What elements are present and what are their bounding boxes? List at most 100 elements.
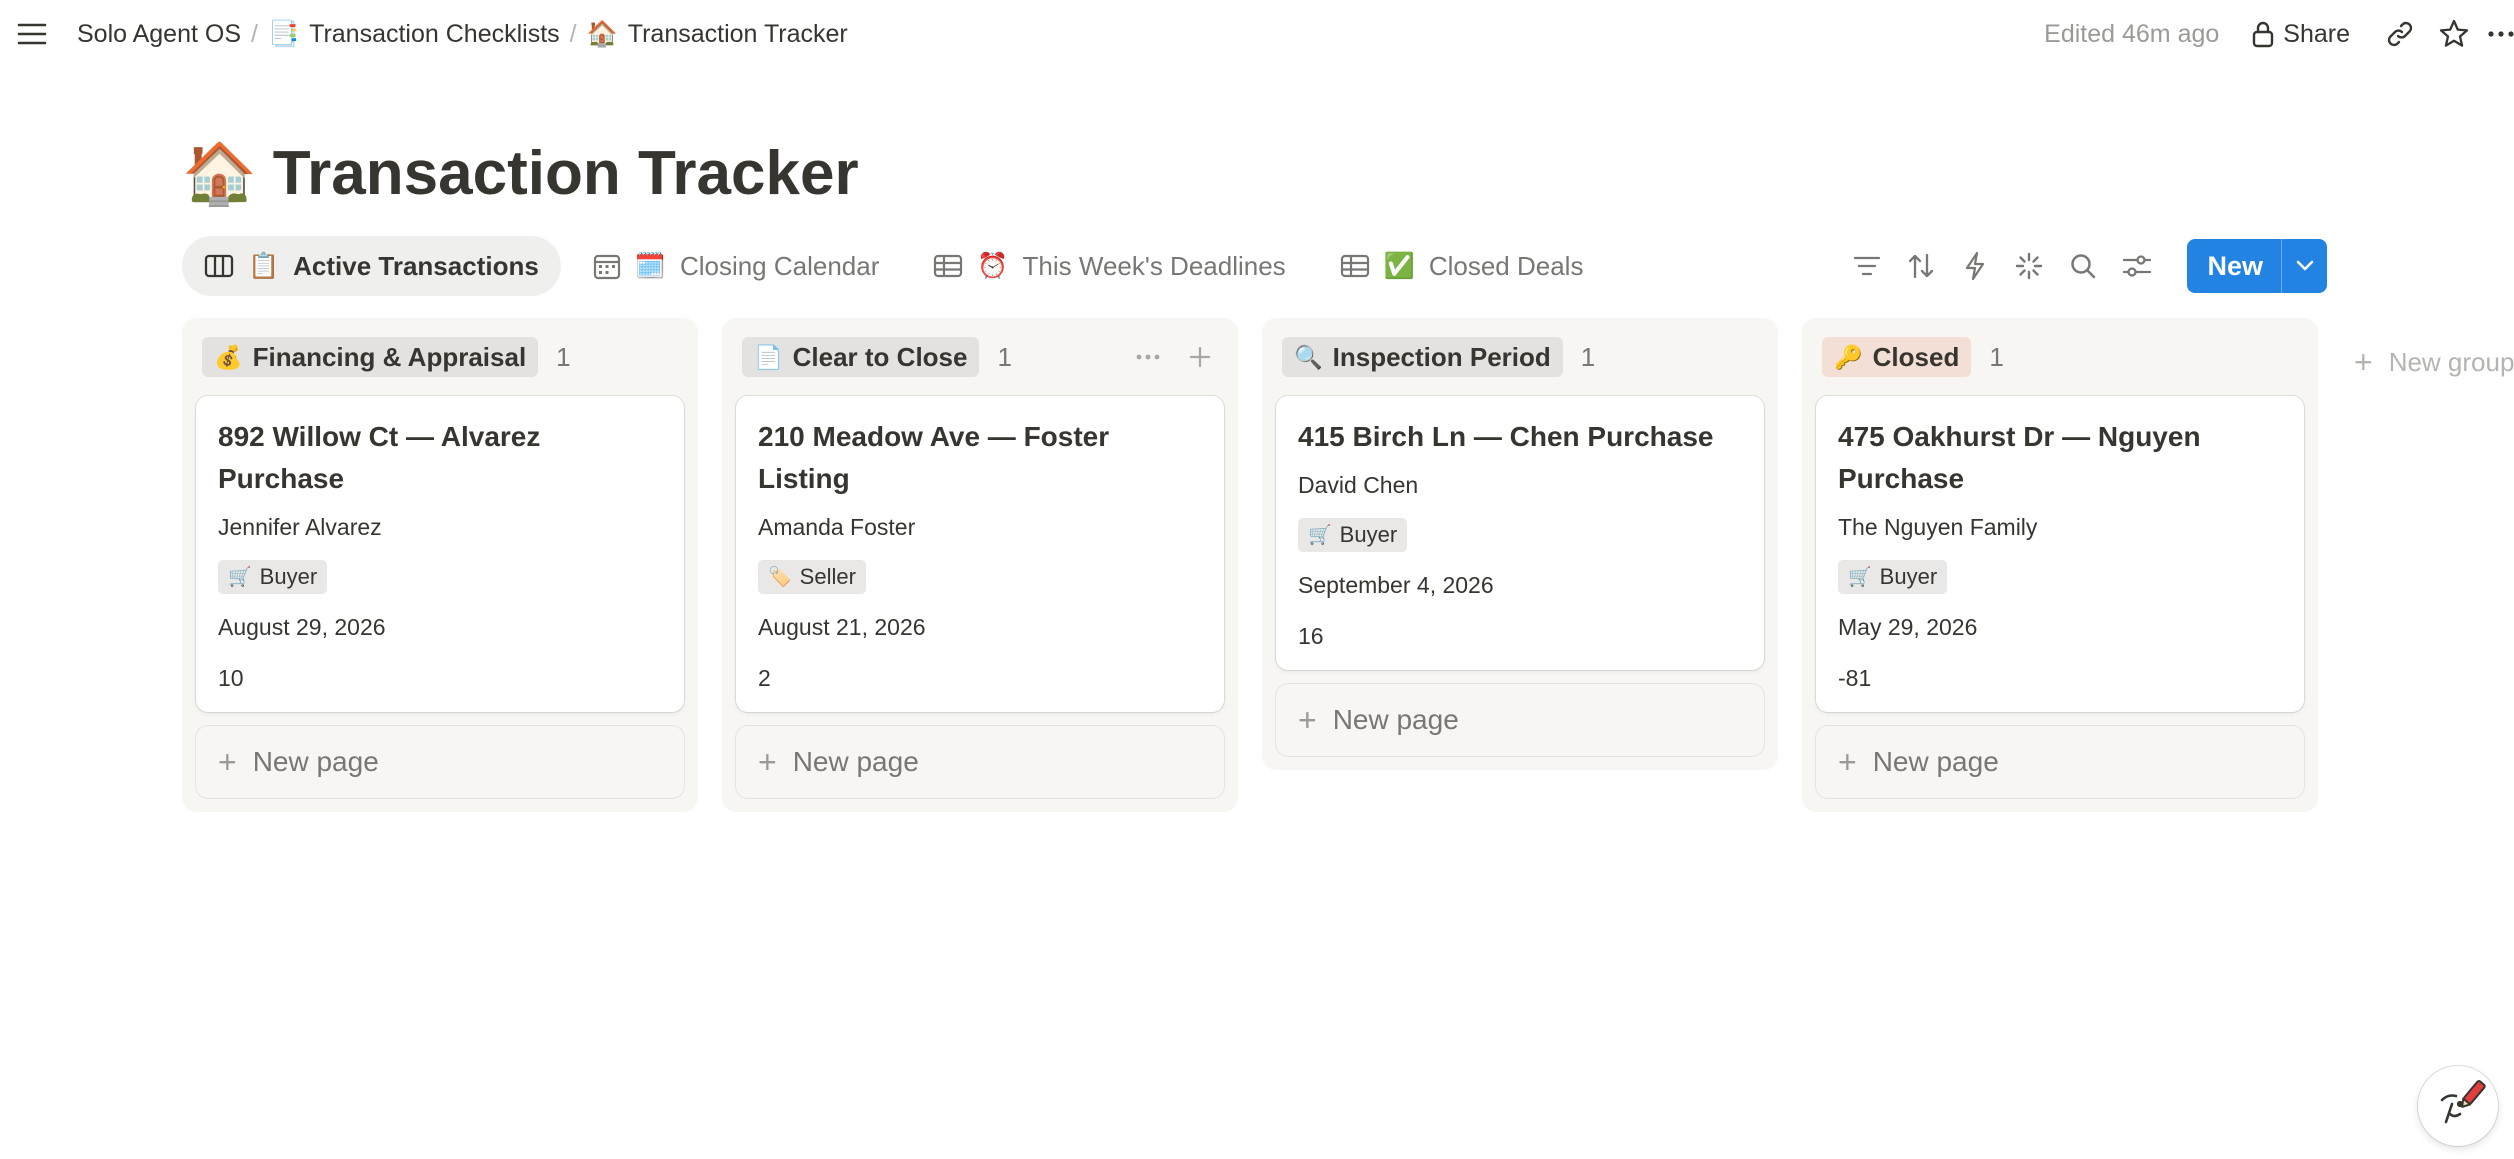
new-page-button[interactable]: + New page (1276, 684, 1764, 756)
role-tag: 🛒 Buyer (1298, 518, 1408, 552)
board-card[interactable]: 475 Oakhurst Dr — Nguyen Purchase The Ng… (1816, 396, 2304, 712)
new-page-button[interactable]: + New page (736, 726, 1224, 798)
shopping-cart-emoji-icon: 🛒 (1848, 566, 1872, 588)
card-days-to-close: -81 (1838, 665, 1872, 691)
money-bag-emoji-icon: 💰 (214, 343, 243, 370)
board-column-closed: 🔑 Closed 1 475 Oakhurst Dr — Nguyen Purc… (1802, 318, 2318, 812)
card-closing-date: September 4, 2026 (1298, 572, 1494, 598)
automation-icon[interactable] (1953, 244, 1997, 288)
ai-sparkle-icon[interactable] (2007, 244, 2051, 288)
share-button[interactable]: Share (2251, 20, 2350, 49)
role-tag: 🛒 Buyer (218, 560, 328, 594)
group-name: Inspection Period (1332, 341, 1551, 372)
plus-icon: + (1298, 702, 1317, 738)
shopping-cart-emoji-icon: 🛒 (1308, 524, 1332, 546)
new-button[interactable]: New (2187, 239, 2281, 293)
link-icon[interactable] (2380, 14, 2420, 54)
card-title: 892 Willow Ct — Alvarez Purchase (218, 421, 541, 494)
calendar-emoji-icon: 🗓️ (634, 251, 666, 280)
group-label[interactable]: 💰 Financing & Appraisal (202, 337, 539, 377)
breadcrumb-parent[interactable]: 📑 Transaction Checklists (268, 20, 560, 49)
new-page-button[interactable]: + New page (196, 726, 684, 798)
tab-label: This Week's Deadlines (1022, 250, 1286, 281)
plus-icon: + (2354, 344, 2373, 380)
chevron-down-icon[interactable] (2281, 239, 2327, 293)
column-actions (1130, 337, 1218, 377)
board-column-inspection-period: 🔍 Inspection Period 1 415 Birch Ln — Che… (1262, 318, 1778, 770)
breadcrumb-current[interactable]: 🏠 Transaction Tracker (587, 20, 848, 49)
ai-assistant-button[interactable] (2418, 1066, 2498, 1146)
new-page-label: New page (1872, 746, 1999, 777)
role-tag: 🏷️ Seller (758, 560, 866, 594)
board-card[interactable]: 892 Willow Ct — Alvarez Purchase Jennife… (196, 396, 684, 712)
card-client: David Chen (1298, 472, 1419, 498)
board-column-clear-to-close: 📄 Clear to Close 1 210 Meadow Ave — Fost… (722, 318, 1238, 812)
tab-label: Closing Calendar (679, 250, 880, 281)
tab-this-weeks-deadlines[interactable]: ⏰ This Week's Deadlines (911, 236, 1307, 296)
tab-closing-calendar[interactable]: 🗓️ Closing Calendar (571, 236, 902, 296)
column-header: 🔍 Inspection Period 1 (1276, 332, 1764, 382)
card-days-to-close: 16 (1298, 623, 1324, 649)
column-header: 📄 Clear to Close 1 (736, 332, 1224, 382)
search-icon[interactable] (2061, 244, 2105, 288)
new-page-button[interactable]: + New page (1816, 726, 2304, 798)
new-group-button[interactable]: + New group (2354, 346, 2514, 378)
menu-icon[interactable] (14, 16, 50, 52)
star-icon[interactable] (2434, 14, 2474, 54)
card-closing-date: August 21, 2026 (758, 614, 926, 640)
more-icon[interactable] (2488, 14, 2514, 54)
plus-icon: + (758, 744, 777, 780)
new-page-label: New page (252, 746, 379, 777)
breadcrumb-root[interactable]: Solo Agent OS (77, 20, 241, 49)
ai-face-icon (2440, 1080, 2486, 1124)
kanban-board: 💰 Financing & Appraisal 1 892 Willow Ct … (182, 318, 2318, 812)
breadcrumb-current-label: Transaction Tracker (627, 19, 848, 48)
page-title[interactable]: 🏠 Transaction Tracker (182, 138, 859, 209)
more-icon[interactable] (1130, 337, 1166, 377)
group-label[interactable]: 🔑 Closed (1822, 337, 1972, 377)
table-icon (934, 254, 963, 278)
house-emoji-icon[interactable]: 🏠 (182, 143, 257, 204)
filter-icon[interactable] (1845, 244, 1889, 288)
role-tag: 🛒 Buyer (1838, 560, 1948, 594)
card-client: Amanda Foster (758, 514, 916, 540)
group-label[interactable]: 📄 Clear to Close (742, 337, 980, 377)
view-toolbar: New (1845, 239, 2327, 293)
card-closing-date: May 29, 2026 (1838, 614, 1978, 640)
settings-icon[interactable] (2115, 244, 2159, 288)
tab-label: Active Transactions (293, 250, 539, 281)
board-column-financing-appraisal: 💰 Financing & Appraisal 1 892 Willow Ct … (182, 318, 698, 812)
lock-icon (2253, 21, 2274, 48)
key-emoji-icon: 🔑 (1834, 343, 1863, 370)
breadcrumb-parent-label: Transaction Checklists (309, 19, 560, 48)
group-name: Financing & Appraisal (252, 341, 527, 372)
edited-timestamp: Edited 46m ago (2044, 19, 2220, 48)
card-title: 475 Oakhurst Dr — Nguyen Purchase (1838, 421, 2201, 494)
checklist-emoji-icon: 📑 (267, 19, 300, 48)
board-card[interactable]: 210 Meadow Ave — Foster Listing Amanda F… (736, 396, 1224, 712)
tab-label: Closed Deals (1428, 250, 1584, 281)
card-days-to-close: 10 (218, 665, 244, 691)
sort-icon[interactable] (1899, 244, 1943, 288)
clipboard-emoji-icon: 📋 (248, 251, 280, 280)
check-mark-emoji-icon: ✅ (1383, 251, 1415, 280)
role-label: Buyer (1879, 564, 1938, 589)
breadcrumb-separator: / (251, 19, 258, 48)
magnifier-emoji-icon: 🔍 (1294, 343, 1323, 370)
breadcrumb-root-label: Solo Agent OS (77, 19, 242, 48)
share-label: Share (2283, 19, 2350, 48)
role-label: Buyer (259, 564, 318, 589)
document-emoji-icon: 📄 (754, 343, 783, 370)
view-tabs: 📋 Active Transactions 🗓️ Closing Calenda… (182, 236, 1605, 296)
tab-closed-deals[interactable]: ✅ Closed Deals (1318, 236, 1606, 296)
plus-icon: + (218, 744, 237, 780)
board-card[interactable]: 415 Birch Ln — Chen Purchase David Chen … (1276, 396, 1764, 670)
group-label[interactable]: 🔍 Inspection Period (1282, 337, 1563, 377)
card-title: 415 Birch Ln — Chen Purchase (1298, 421, 1714, 452)
new-page-label: New page (792, 746, 919, 777)
house-emoji-icon: 🏠 (586, 19, 618, 48)
group-count: 1 (1989, 341, 2004, 372)
tab-active-transactions[interactable]: 📋 Active Transactions (182, 236, 561, 296)
group-count: 1 (997, 341, 1012, 372)
plus-icon[interactable] (1182, 337, 1218, 377)
